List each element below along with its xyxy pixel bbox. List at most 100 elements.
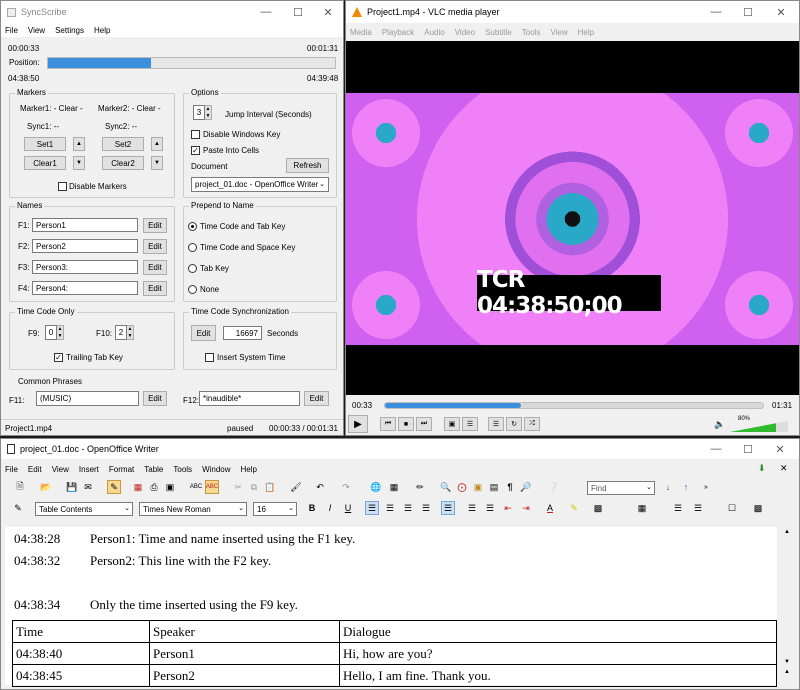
copy-icon[interactable]: ⧉ [247, 480, 261, 494]
border-style-icon[interactable]: ☰ [691, 501, 705, 515]
f9-spinner[interactable]: 0 ▲ ▼ [45, 325, 64, 340]
f12-phrase-field[interactable]: *inaudible* [199, 391, 300, 406]
toolbar-overflow-icon[interactable]: » [699, 480, 713, 494]
menu-file[interactable]: File [5, 465, 18, 474]
zoom-icon[interactable]: 🔎 [519, 480, 533, 494]
f10-arrows[interactable]: ▲ ▼ [127, 325, 134, 340]
table-cell[interactable]: Person2 [149, 664, 340, 687]
marker1-up-button[interactable]: ▲ [73, 137, 85, 151]
menu-tools[interactable]: Tools [173, 465, 192, 474]
play-button[interactable]: ▶ [348, 415, 368, 433]
marker2-up-button[interactable]: ▲ [151, 137, 163, 151]
jump-interval-spinner[interactable]: 3 ▲ ▼ [193, 105, 212, 120]
f9-arrows[interactable]: ▲ ▼ [57, 325, 64, 340]
close-button[interactable]: ✕ [765, 439, 795, 459]
table-header-cell[interactable]: Time [12, 620, 150, 643]
font-size-select[interactable]: 16 ⌄ [253, 502, 297, 516]
highlighting-icon[interactable]: ✎ [567, 501, 581, 515]
redo-icon[interactable]: ↷ [339, 480, 353, 494]
bold-icon[interactable]: B [305, 501, 319, 515]
maximize-button[interactable]: ☐ [733, 439, 763, 459]
previous-button[interactable]: ⏮ [380, 417, 396, 431]
edit-name-button[interactable]: Edit [143, 260, 167, 275]
next-button[interactable]: ⏭ [416, 417, 432, 431]
edit-name-button[interactable]: Edit [143, 281, 167, 296]
data-sources-icon[interactable]: ▤ [487, 480, 501, 494]
table-properties-icon[interactable]: ▦ [635, 501, 649, 515]
name-field-f2[interactable]: Person2 [32, 239, 138, 253]
transcript-table[interactable]: Time Speaker Dialogue 04:38:40 Person1 H… [12, 620, 777, 687]
justify-icon[interactable]: ☰ [419, 501, 433, 515]
trailing-tab-checkbox[interactable]: ✓ [54, 353, 63, 362]
f12-edit-button[interactable]: Edit [304, 391, 329, 406]
menu-edit[interactable]: Edit [28, 465, 42, 474]
disable-markers-checkbox[interactable] [58, 182, 67, 191]
line-spacing-icon[interactable]: ☰ [441, 501, 455, 515]
video-area[interactable]: TCR 04:38:50;00 [346, 41, 799, 395]
print-icon[interactable]: ⎙ [147, 480, 161, 494]
help-icon[interactable]: ❔ [547, 480, 561, 494]
table-header-cell[interactable]: Dialogue [339, 620, 777, 643]
numbering-icon[interactable]: ☰ [465, 501, 479, 515]
scroll-up-icon[interactable]: ▲ [784, 529, 790, 535]
table-cell[interactable]: 04:38:40 [12, 642, 150, 665]
save-icon[interactable]: 💾 [65, 480, 79, 494]
marker2-down-button[interactable]: ▼ [151, 156, 163, 170]
menu-insert[interactable]: Insert [79, 465, 99, 474]
minimize-button[interactable]: — [701, 1, 731, 23]
menu-subtitle[interactable]: Subtitle [485, 28, 512, 37]
f11-edit-button[interactable]: Edit [143, 391, 167, 406]
table-header-cell[interactable]: Speaker [149, 620, 340, 643]
document-select[interactable]: project_01.doc - OpenOffice Writer ⌄ [191, 177, 329, 192]
document-page[interactable]: 04:38:28 Person1: Time and name inserted … [5, 527, 777, 687]
name-field-f1[interactable]: Person1 [32, 218, 138, 232]
paste-into-cells-checkbox[interactable]: ✓ [191, 146, 200, 155]
table-cell[interactable]: Hello, I am fine. Thank you. [339, 664, 777, 687]
menu-format[interactable]: Format [109, 465, 134, 474]
table-cell[interactable]: Person1 [149, 642, 340, 665]
name-field-f3[interactable]: Person3: [32, 260, 138, 274]
menu-settings[interactable]: Settings [55, 26, 84, 35]
menu-audio[interactable]: Audio [424, 28, 444, 37]
f9-value[interactable]: 0 [45, 325, 57, 340]
show-draw-functions-icon[interactable]: ✏ [413, 480, 427, 494]
insert-system-time-checkbox[interactable] [205, 353, 214, 362]
prepend-radio-none[interactable] [188, 285, 197, 294]
find-next-icon[interactable]: ↓ [661, 480, 675, 494]
vertical-scrollbar[interactable]: ▲ ▼ ▲ [781, 527, 795, 687]
maximize-button[interactable]: ☐ [733, 1, 763, 23]
jump-interval-value[interactable]: 3 [193, 105, 205, 120]
stop-button[interactable]: ■ [398, 417, 414, 431]
menu-window[interactable]: Window [202, 465, 230, 474]
decrease-indent-icon[interactable]: ⇤ [501, 501, 515, 515]
align-center-icon[interactable]: ☰ [383, 501, 397, 515]
cut-icon[interactable]: ✂ [231, 480, 245, 494]
table-icon[interactable]: ▦ [387, 480, 401, 494]
tc-sync-value-field[interactable]: 16697 [223, 326, 262, 340]
speaker-icon[interactable]: 🔈 [714, 419, 725, 430]
underline-icon[interactable]: U [341, 501, 355, 515]
menu-video[interactable]: Video [455, 28, 475, 37]
align-right-icon[interactable]: ☰ [401, 501, 415, 515]
hyperlink-icon[interactable]: 🌐 [369, 480, 383, 494]
email-icon[interactable]: ✉ [81, 480, 95, 494]
scroll-down-icon[interactable]: ▼ [784, 659, 790, 665]
fullscreen-button[interactable]: ▣ [444, 417, 460, 431]
menu-view[interactable]: View [550, 28, 567, 37]
close-button[interactable]: ✕ [313, 1, 343, 23]
menu-help[interactable]: Help [241, 465, 257, 474]
set2-button[interactable]: Set2 [102, 137, 144, 151]
table-cell[interactable]: 04:38:45 [12, 664, 150, 687]
frame-icon[interactable]: ☐ [725, 501, 739, 515]
menu-playback[interactable]: Playback [382, 28, 414, 37]
loop-button[interactable]: ↻ [506, 417, 522, 431]
maximize-button[interactable]: ☐ [283, 1, 313, 23]
open-icon[interactable]: 📂 [39, 480, 53, 494]
menu-view[interactable]: View [28, 26, 45, 35]
menu-tools[interactable]: Tools [522, 28, 541, 37]
menu-media[interactable]: Media [350, 28, 372, 37]
menu-help[interactable]: Help [578, 28, 594, 37]
clear2-button[interactable]: Clear2 [102, 156, 144, 170]
styles-formatting-icon[interactable]: ✎ [11, 501, 25, 515]
font-name-select[interactable]: Times New Roman ⌄ [139, 502, 247, 516]
